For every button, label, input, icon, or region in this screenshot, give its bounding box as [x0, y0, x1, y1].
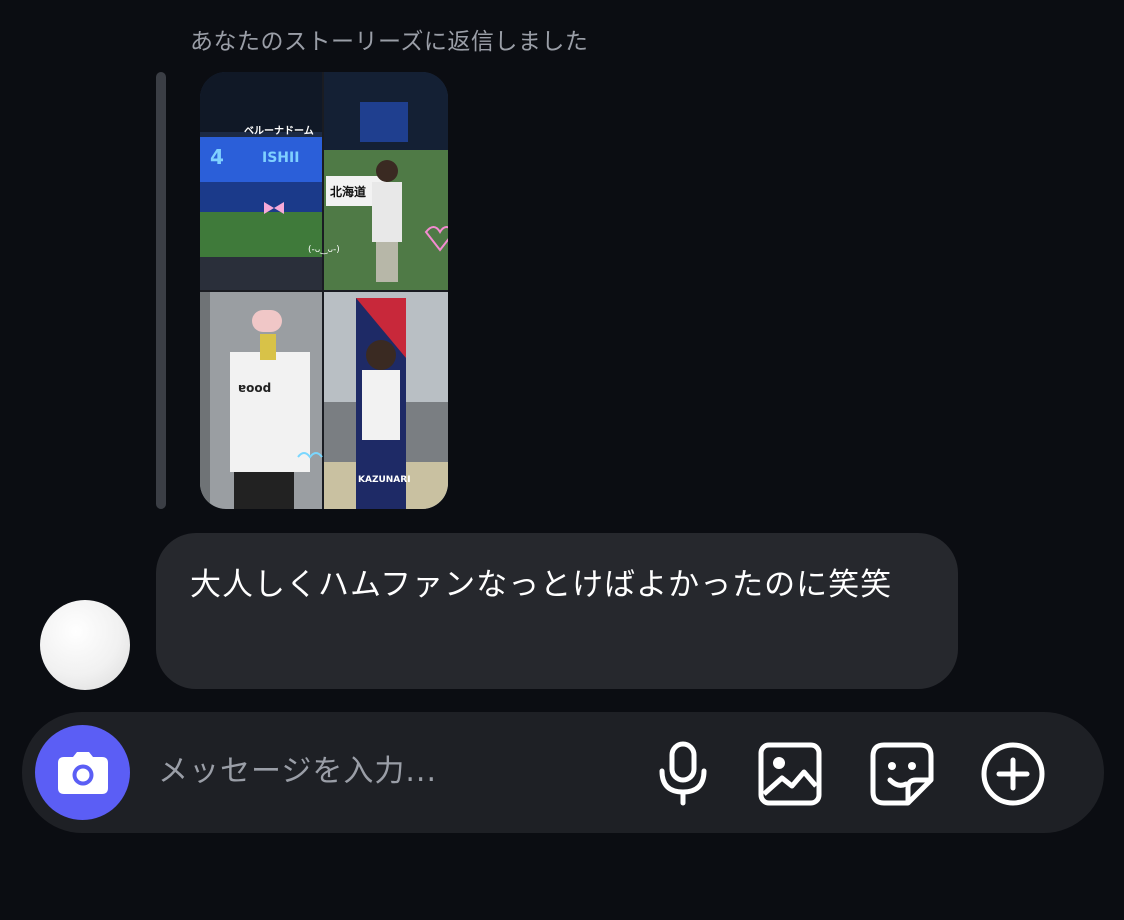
- story-thumbnail[interactable]: ベルーナドーム ISHII 4 北海道 (-ᴗ‿ᴗ-) ɐood KAZUNAR…: [200, 72, 448, 509]
- dm-thread-screen: あなたのストーリーズに返信しました ベルーナドーム ISHII 4 北海道 (-…: [0, 0, 1124, 920]
- collage-label-ishii: ISHII: [262, 150, 299, 166]
- incoming-message-row: 大人しくハムファンなっとけばよかったのに笑笑: [40, 533, 960, 690]
- more-options-button[interactable]: [980, 741, 1046, 807]
- svg-text:4: 4: [210, 145, 224, 169]
- message-composer: メッセージを入力...: [22, 712, 1104, 833]
- svg-text:ɐood: ɐood: [238, 381, 271, 395]
- collage-label-kazunari: KAZUNARI: [358, 475, 411, 485]
- sticker-icon: [870, 742, 934, 806]
- story-reply-label: あなたのストーリーズに返信しました: [190, 29, 589, 55]
- message-bubble[interactable]: 大人しくハムファンなっとけばよかったのに笑笑: [156, 533, 958, 689]
- story-collage-image: ベルーナドーム ISHII 4 北海道 (-ᴗ‿ᴗ-) ɐood KAZUNAR…: [200, 72, 448, 509]
- camera-icon: [57, 751, 108, 794]
- camera-button[interactable]: [35, 725, 130, 820]
- microphone-icon: [659, 741, 707, 806]
- microphone-button[interactable]: [650, 741, 716, 807]
- collage-label-hokkaido: 北海道: [330, 184, 366, 199]
- collage-label-dome: ベルーナドーム: [244, 125, 314, 137]
- collage-label-face: (-ᴗ‿ᴗ-): [308, 245, 340, 255]
- sticker-button[interactable]: [869, 741, 935, 807]
- message-text: 大人しくハムファンなっとけばよかったのに笑笑: [190, 567, 893, 603]
- gallery-icon: [758, 742, 822, 806]
- gallery-button[interactable]: [757, 741, 823, 807]
- message-input[interactable]: メッセージを入力...: [158, 748, 618, 796]
- avatar[interactable]: [40, 600, 130, 690]
- plus-icon: [981, 742, 1045, 806]
- reply-quote-bar: [156, 72, 166, 509]
